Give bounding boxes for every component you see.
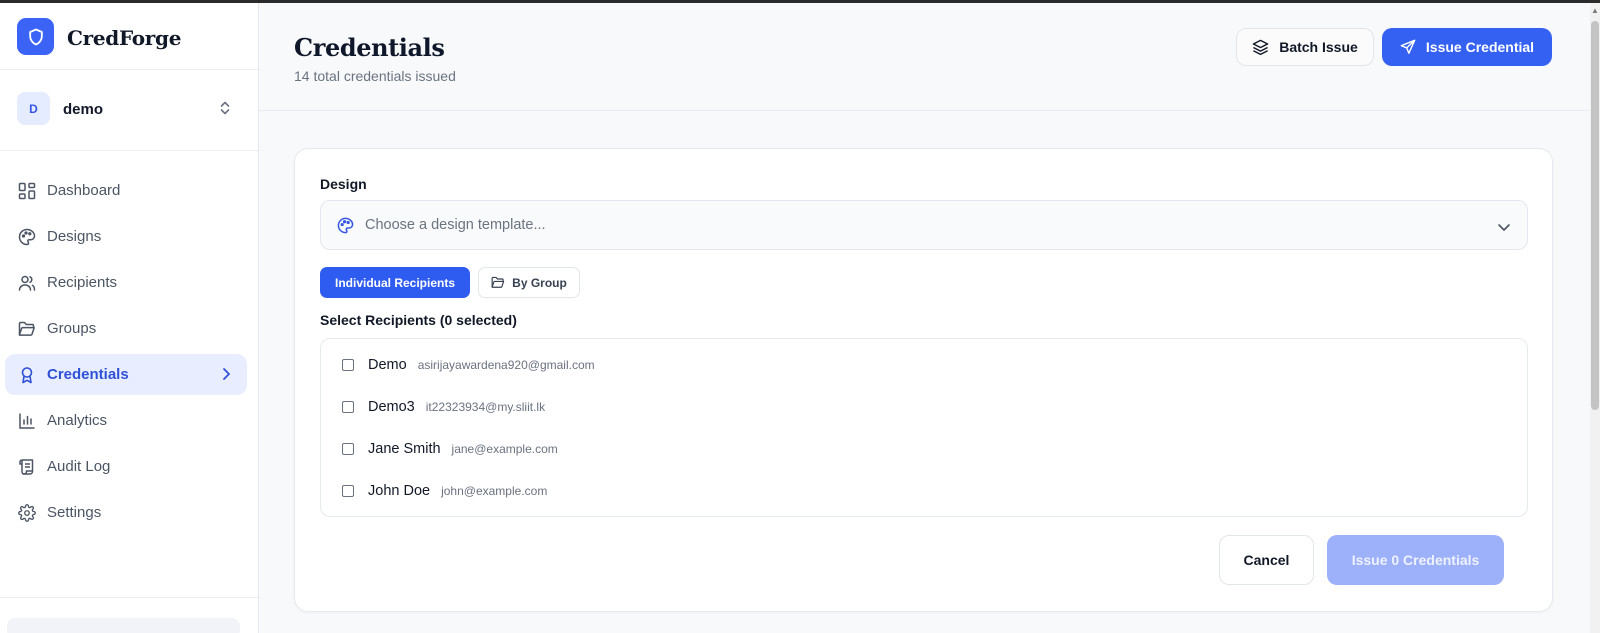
page-header: Credentials 14 total credentials issued … bbox=[259, 3, 1600, 111]
recipient-email: it22323934@my.sliit.lk bbox=[425, 400, 546, 414]
sidebar: CredForge D demo Dashboard Designs Recip… bbox=[0, 3, 259, 633]
chevron-right-icon bbox=[221, 366, 231, 386]
scroll-up-arrow-icon[interactable]: ▲ bbox=[1591, 6, 1599, 16]
sidebar-item-label: Recipients bbox=[47, 274, 118, 291]
scroll-icon bbox=[18, 458, 36, 476]
issue-credentials-submit-button[interactable]: Issue 0 Credentials bbox=[1327, 535, 1504, 585]
chevrons-up-down-icon bbox=[218, 100, 232, 121]
send-icon bbox=[1400, 39, 1416, 54]
sidebar-item-label: Credentials bbox=[47, 366, 129, 383]
page-subtitle: 14 total credentials issued bbox=[294, 68, 456, 84]
chevron-down-icon bbox=[1497, 219, 1511, 237]
batch-issue-button[interactable]: Batch Issue bbox=[1236, 28, 1374, 66]
gear-icon bbox=[18, 503, 36, 522]
folder-icon bbox=[18, 320, 36, 338]
list-item[interactable]: John Doe john@example.com bbox=[342, 480, 547, 502]
workspace-switcher[interactable]: D demo bbox=[0, 70, 258, 151]
sidebar-item-dashboard[interactable]: Dashboard bbox=[5, 170, 247, 211]
recipient-email: jane@example.com bbox=[451, 442, 558, 456]
list-item[interactable]: Jane Smith jane@example.com bbox=[342, 438, 558, 460]
sidebar-item-settings[interactable]: Settings bbox=[5, 492, 247, 533]
sidebar-item-label: Analytics bbox=[47, 412, 108, 429]
scrollbar-thumb[interactable] bbox=[1591, 21, 1599, 410]
sidebar-item-label: Dashboard bbox=[47, 182, 121, 199]
sidebar-item-audit-log[interactable]: Audit Log bbox=[5, 446, 247, 487]
tab-individual-recipients[interactable]: Individual Recipients bbox=[320, 267, 470, 298]
recipient-email: john@example.com bbox=[441, 484, 548, 498]
recipient-name: John Doe bbox=[368, 483, 431, 499]
palette-icon bbox=[18, 228, 36, 246]
sidebar-item-label: Groups bbox=[47, 320, 97, 337]
list-item[interactable]: Demo asirijayawardena920@gmail.com bbox=[342, 354, 595, 376]
tab-by-group-label: By Group bbox=[512, 275, 567, 290]
design-label: Design bbox=[320, 176, 367, 192]
design-select-placeholder: Choose a design template... bbox=[365, 217, 546, 233]
recipients-list: Demo asirijayawardena920@gmail.com Demo3… bbox=[320, 338, 1528, 517]
recipient-checkbox[interactable] bbox=[342, 485, 354, 497]
recipient-checkbox[interactable] bbox=[342, 359, 354, 371]
sidebar-item-analytics[interactable]: Analytics bbox=[5, 400, 247, 441]
sidebar-item-label: Settings bbox=[47, 504, 102, 521]
issue-credential-button[interactable]: Issue Credential bbox=[1382, 28, 1552, 66]
sidebar-footer bbox=[0, 597, 258, 633]
bar-chart-icon bbox=[18, 412, 36, 430]
select-recipients-label: Select Recipients (0 selected) bbox=[320, 312, 517, 328]
recipient-name: Demo3 bbox=[368, 399, 415, 415]
issue-credential-label: Issue Credential bbox=[1425, 39, 1535, 55]
design-select[interactable]: Choose a design template... bbox=[320, 200, 1528, 250]
sidebar-item-label: Audit Log bbox=[47, 458, 111, 475]
user-card[interactable] bbox=[7, 618, 240, 633]
recipient-name: Demo bbox=[368, 357, 407, 373]
workspace-name: demo bbox=[63, 101, 104, 118]
sidebar-item-designs[interactable]: Designs bbox=[5, 216, 247, 257]
award-icon bbox=[18, 366, 36, 384]
recipient-checkbox[interactable] bbox=[342, 401, 354, 413]
palette-icon bbox=[337, 217, 354, 239]
sidebar-nav: Dashboard Designs Recipients Groups Cred… bbox=[5, 170, 247, 538]
sidebar-item-recipients[interactable]: Recipients bbox=[5, 262, 247, 303]
page-title: Credentials bbox=[294, 33, 445, 62]
layers-icon bbox=[1252, 39, 1269, 55]
tab-by-group[interactable]: By Group bbox=[478, 267, 580, 298]
folder-open-icon bbox=[491, 276, 505, 288]
recipient-name: Jane Smith bbox=[368, 441, 441, 457]
sidebar-item-credentials[interactable]: Credentials bbox=[5, 354, 247, 395]
batch-issue-label: Batch Issue bbox=[1279, 39, 1358, 55]
dashboard-icon bbox=[18, 182, 36, 200]
cancel-button[interactable]: Cancel bbox=[1219, 535, 1314, 585]
issue-credential-form: Design Choose a design template... Indiv… bbox=[294, 148, 1553, 612]
brand[interactable]: CredForge bbox=[0, 3, 258, 70]
workspace-avatar: D bbox=[17, 92, 50, 125]
shield-logo-icon bbox=[17, 18, 54, 55]
app-name: CredForge bbox=[67, 26, 182, 50]
recipient-email: asirijayawardena920@gmail.com bbox=[417, 358, 595, 372]
list-item[interactable]: Demo3 it22323934@my.sliit.lk bbox=[342, 396, 545, 418]
sidebar-item-groups[interactable]: Groups bbox=[5, 308, 247, 349]
sidebar-item-label: Designs bbox=[47, 228, 102, 245]
users-icon bbox=[18, 274, 36, 292]
recipient-checkbox[interactable] bbox=[342, 443, 354, 455]
